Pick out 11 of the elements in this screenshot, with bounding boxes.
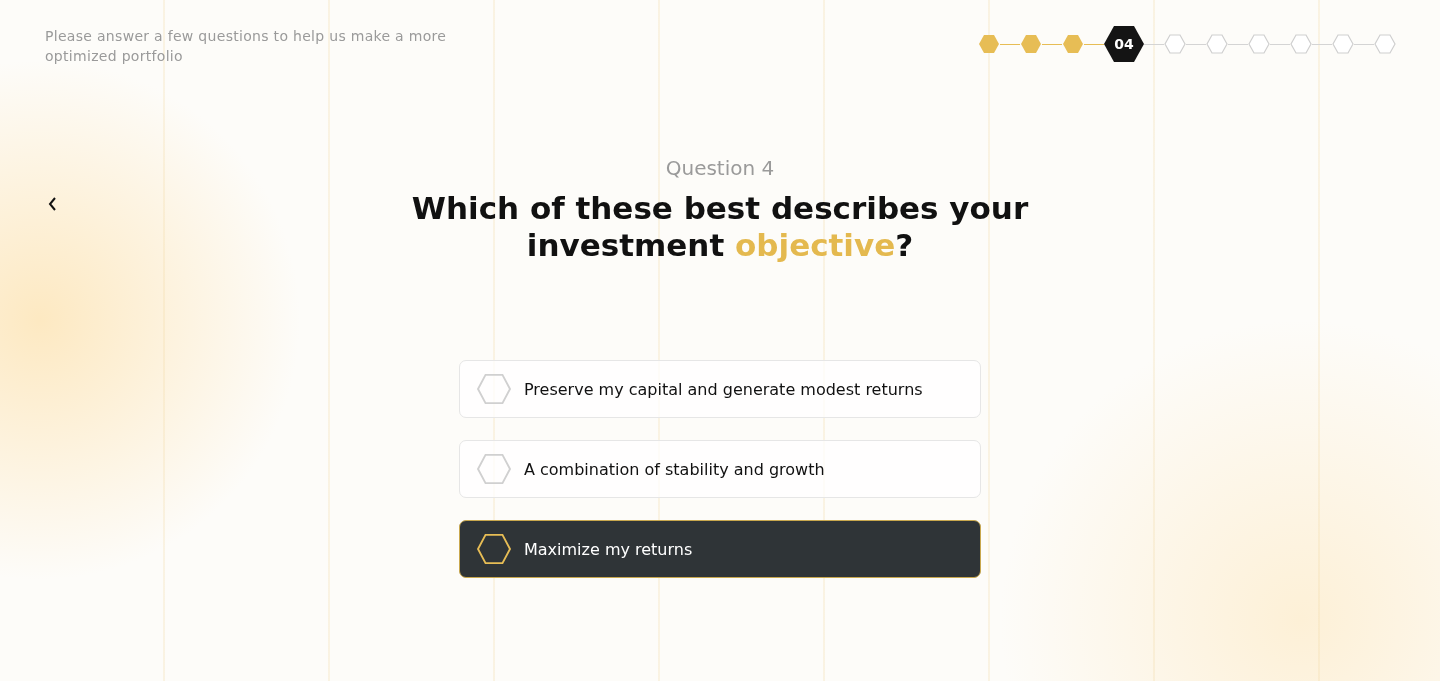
chevron-left-icon bbox=[47, 196, 57, 212]
current-step: 04 bbox=[1104, 26, 1144, 62]
hexagon-radio-icon bbox=[476, 373, 512, 405]
intro-text: Please answer a few questions to help us make a more optimized portfolio bbox=[45, 27, 448, 66]
answer-option[interactable]: Preserve my capital and generate modest returns bbox=[459, 360, 981, 418]
hexagon-radio-icon bbox=[476, 453, 512, 485]
answer-option[interactable]: A combination of stability and growth bbox=[459, 440, 981, 498]
question-title: Which of these best describes your investment objective? bbox=[410, 190, 1030, 264]
hexagon-radio-icon bbox=[476, 533, 512, 565]
answer-option[interactable]: Maximize my returns bbox=[459, 520, 981, 578]
question-number: Question 4 bbox=[665, 156, 775, 180]
